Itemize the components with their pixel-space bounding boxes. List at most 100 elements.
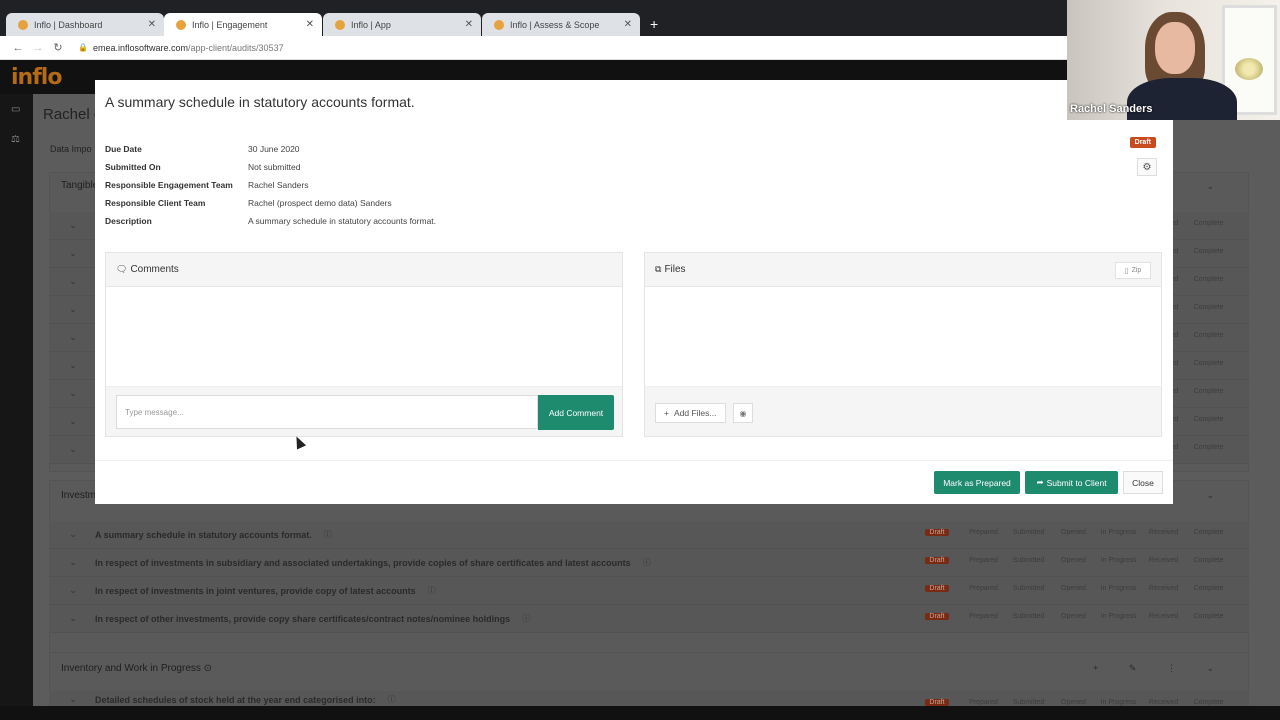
files-header: ⧉ Files: [645, 253, 1161, 287]
close-tab-icon[interactable]: ✕: [148, 19, 156, 30]
request-row[interactable]: ⌄ In respect of investments in subsidiary…: [49, 549, 1249, 577]
status-step: Prepared: [969, 613, 998, 620]
share-icon: ➦: [1036, 477, 1044, 487]
plus-icon: +: [664, 408, 669, 418]
add-comment-button[interactable]: Add Comment: [538, 395, 614, 430]
url-host: emea.inflosoftware.com: [92, 42, 189, 53]
settings-button[interactable]: ⚙: [1137, 158, 1157, 176]
tab-label: Inflo | Engagement: [192, 19, 268, 30]
status-steps: Draft Prepared Submitted Opened In Progress R…: [925, 529, 1231, 536]
expand-caret-icon[interactable]: ⌄: [61, 248, 85, 259]
expand-caret-icon[interactable]: ⌄: [61, 388, 85, 399]
expand-caret-icon[interactable]: ⌄: [61, 585, 85, 596]
url-field[interactable]: emea.inflosoftware.com/app-client/audits…: [93, 43, 284, 53]
address-bar: ← → ↻ 🔒 emea.inflosoftware.com/app-clien…: [0, 36, 1068, 60]
expand-caret-icon[interactable]: ⌄: [61, 360, 85, 371]
request-title[interactable]: In respect of other investments, provide…: [95, 614, 510, 624]
files-icon: ⧉: [655, 264, 662, 274]
request-row[interactable]: ⌄ In respect of other investments, provid…: [49, 605, 1249, 633]
info-icon[interactable]: ⓘ: [428, 585, 436, 596]
expand-caret-icon[interactable]: ⌄: [61, 557, 85, 568]
status-step: In Progress: [1100, 529, 1137, 536]
message-input[interactable]: [116, 395, 538, 429]
detail-row: Responsible Engagement Team Rachel Sander…: [105, 176, 436, 194]
detail-row: Submitted On Not submitted: [105, 158, 436, 176]
info-icon[interactable]: ⓘ: [643, 557, 651, 568]
request-title[interactable]: Detailed schedules of stock held at the …: [95, 695, 376, 705]
expand-caret-icon[interactable]: ⌄: [61, 529, 85, 540]
mark-prepared-button[interactable]: Mark as Prepared: [934, 471, 1020, 494]
expand-caret-icon[interactable]: ⌄: [61, 416, 85, 427]
clock-icon: ⊙: [203, 663, 213, 674]
status-step: Submitted: [1012, 557, 1045, 564]
expand-caret-icon[interactable]: ⌄: [61, 276, 85, 287]
request-title[interactable]: A summary schedule in statutory accounts…: [95, 530, 312, 540]
status-step: Submitted: [1012, 613, 1045, 620]
participant-name: Rachel Sanders: [1070, 103, 1153, 115]
comments-icon: 🗨: [116, 264, 128, 274]
section-title: Investm: [61, 490, 97, 501]
section-tools[interactable]: ⋮ ⌄: [1167, 490, 1228, 501]
close-button[interactable]: Close: [1123, 471, 1163, 494]
webcam-overlay: Rachel Sanders: [1067, 0, 1280, 120]
status-step: Received: [1148, 529, 1179, 536]
status-step: Complete: [1193, 585, 1224, 592]
info-icon[interactable]: ⓘ: [388, 694, 396, 705]
submit-to-client-button[interactable]: ➦ Submit to Client: [1025, 471, 1118, 494]
detail-value: Rachel Sanders: [248, 180, 309, 190]
status-step: Draft: [925, 585, 949, 592]
browser-tab-assess-scope[interactable]: Inflo | Assess & Scope ✕: [482, 13, 640, 36]
status-step: Received: [1148, 699, 1179, 706]
request-title[interactable]: In respect of investments in subsidiary …: [95, 558, 631, 568]
inflo-logo[interactable]: inflo: [11, 65, 62, 90]
close-tab-icon[interactable]: ✕: [465, 19, 473, 30]
status-step: In Progress: [1100, 613, 1137, 620]
expand-caret-icon[interactable]: ⌄: [61, 304, 85, 315]
expand-caret-icon[interactable]: ⌄: [61, 444, 85, 455]
expand-caret-icon[interactable]: ⌄: [61, 694, 85, 705]
browser-tab-dashboard[interactable]: Inflo | Dashboard ✕: [6, 13, 164, 36]
status-badge: Draft: [1129, 137, 1156, 148]
submit-label: Submit to Client: [1046, 477, 1107, 488]
camera-button[interactable]: ◉: [733, 403, 753, 423]
request-modal: A summary schedule in statutory accounts…: [95, 80, 1173, 504]
gear-icon: ⚙: [1142, 161, 1152, 173]
status-step: Received: [1148, 613, 1179, 620]
browser-tab-app[interactable]: Inflo | App ✕: [323, 13, 481, 36]
sub-nav-item[interactable]: Data Impo: [50, 144, 92, 154]
close-tab-icon[interactable]: ✕: [306, 19, 314, 30]
status-step: Opened: [1061, 585, 1086, 592]
zip-button[interactable]: ▯ Zip: [1115, 262, 1151, 279]
monitor-icon[interactable]: ▭: [11, 104, 23, 115]
scales-icon[interactable]: ⚖: [11, 134, 23, 145]
close-tab-icon[interactable]: ✕: [624, 19, 632, 30]
request-title[interactable]: In respect of investments in joint ventu…: [95, 586, 416, 596]
status-step: Prepared: [969, 585, 998, 592]
detail-value: 30 June 2020: [248, 144, 300, 154]
status-step: Complete: [1193, 276, 1224, 283]
files-panel: ⧉ Files ▯ Zip + Add Files... ◉: [644, 252, 1162, 437]
request-row[interactable]: ⌄ A summary schedule in statutory account…: [49, 521, 1249, 549]
status-steps: Draft Prepared Submitted Opened In Progress R…: [925, 613, 1231, 620]
add-files-button[interactable]: + Add Files...: [655, 403, 726, 423]
request-row[interactable]: ⌄ In respect of investments in joint vent…: [49, 577, 1249, 605]
status-step: Complete: [1193, 248, 1224, 255]
detail-row: Responsible Client Team Rachel (prospect …: [105, 194, 436, 212]
expand-caret-icon[interactable]: ⌄: [61, 332, 85, 343]
back-icon[interactable]: ←: [8, 42, 28, 54]
forward-icon[interactable]: →: [28, 42, 48, 54]
browser-tab-engagement[interactable]: Inflo | Engagement ✕: [164, 13, 322, 36]
expand-caret-icon[interactable]: ⌄: [61, 613, 85, 624]
reload-icon[interactable]: ↻: [48, 41, 68, 54]
info-icon[interactable]: ⓘ: [324, 529, 332, 540]
status-step: Submitted: [1012, 699, 1045, 706]
section-tools[interactable]: ⋮ ⌄: [1167, 181, 1228, 192]
info-icon[interactable]: ⓘ: [522, 613, 530, 624]
section-tools[interactable]: + ✎ ⋮ ⌄: [1093, 663, 1228, 674]
status-steps: Draft Prepared Submitted Opened In Progress R…: [925, 557, 1231, 564]
tab-label: Inflo | App: [351, 19, 391, 30]
expand-caret-icon[interactable]: ⌄: [61, 220, 85, 231]
comments-panel: 🗨 Comments Add Comment: [105, 252, 623, 437]
status-steps: Draft Prepared Submitted Opened In Progress R…: [925, 699, 1231, 706]
new-tab-icon[interactable]: +: [650, 16, 658, 32]
